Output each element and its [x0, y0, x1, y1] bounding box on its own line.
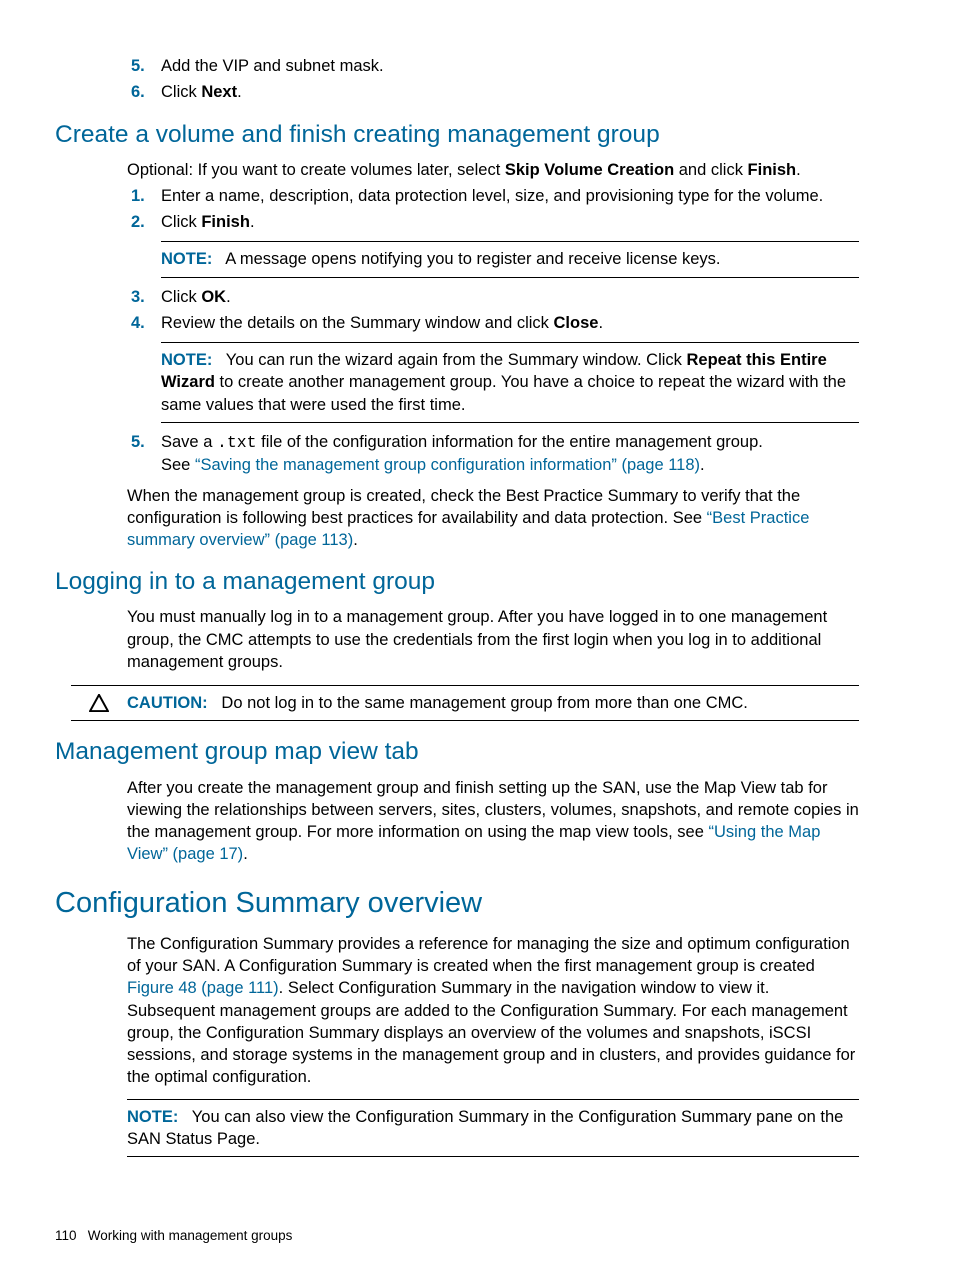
list-item: 5. Save a .txt file of the configuration… [127, 431, 859, 477]
logging-paragraph: You must manually log in to a management… [127, 606, 859, 673]
step-number: 5. [127, 55, 161, 77]
heading-create-volume: Create a volume and finish creating mana… [55, 118, 859, 151]
link-saving-config[interactable]: “Saving the management group configurati… [195, 456, 700, 474]
note-label: NOTE: [161, 351, 212, 369]
heading-logging-in: Logging in to a management group [55, 565, 859, 598]
link-figure-48[interactable]: Figure 48 (page 111) [127, 979, 279, 997]
intro-paragraph: Optional: If you want to create volumes … [127, 159, 859, 181]
step-text: Click OK. [161, 286, 859, 308]
step-number: 3. [127, 286, 161, 308]
closing-paragraph: When the management group is created, ch… [127, 485, 859, 552]
footer-title: Working with management groups [88, 1228, 293, 1243]
note-text: A message opens notifying you to registe… [222, 250, 721, 268]
page-number: 110 [55, 1228, 77, 1243]
caution-box: CAUTION: Do not log in to the same manag… [71, 685, 859, 721]
note-box: NOTE: You can also view the Configuratio… [127, 1099, 859, 1158]
note-label: NOTE: [127, 1108, 178, 1126]
config-paragraph: The Configuration Summary provides a ref… [127, 933, 859, 1089]
step-text: Click Next. [161, 81, 859, 103]
list-item: 5. Add the VIP and subnet mask. [127, 55, 859, 77]
list-item: 6. Click Next. [127, 81, 859, 103]
caution-triangle-icon [71, 692, 127, 712]
step-text: Add the VIP and subnet mask. [161, 55, 859, 77]
list-item: 1. Enter a name, description, data prote… [127, 185, 859, 207]
note-text: You can also view the Configuration Summ… [127, 1108, 843, 1148]
step-number: 2. [127, 211, 161, 233]
mapview-paragraph: After you create the management group an… [127, 777, 859, 866]
note-box: NOTE: A message opens notifying you to r… [161, 241, 859, 277]
step-text: Enter a name, description, data protecti… [161, 185, 859, 207]
step-text: Review the details on the Summary window… [161, 312, 859, 334]
list-item: 3. Click OK. [127, 286, 859, 308]
list-item: 2. Click Finish. [127, 211, 859, 233]
caution-text: Do not log in to the same management gro… [217, 694, 748, 712]
note-label: NOTE: [161, 250, 212, 268]
note-box: NOTE: You can run the wizard again from … [161, 342, 859, 423]
caution-label: CAUTION: [127, 694, 208, 712]
heading-map-view: Management group map view tab [55, 735, 859, 768]
intro-ordered-list: 5. Add the VIP and subnet mask. 6. Click… [55, 55, 859, 104]
step-number: 6. [127, 81, 161, 103]
heading-config-summary: Configuration Summary overview [55, 884, 859, 923]
step-number: 5. [127, 431, 161, 477]
step-number: 1. [127, 185, 161, 207]
list-item: 4. Review the details on the Summary win… [127, 312, 859, 334]
step-text: Save a .txt file of the configuration in… [161, 431, 859, 477]
step-number: 4. [127, 312, 161, 334]
page-footer: 110 Working with management groups [55, 1228, 292, 1243]
step-text: Click Finish. [161, 211, 859, 233]
